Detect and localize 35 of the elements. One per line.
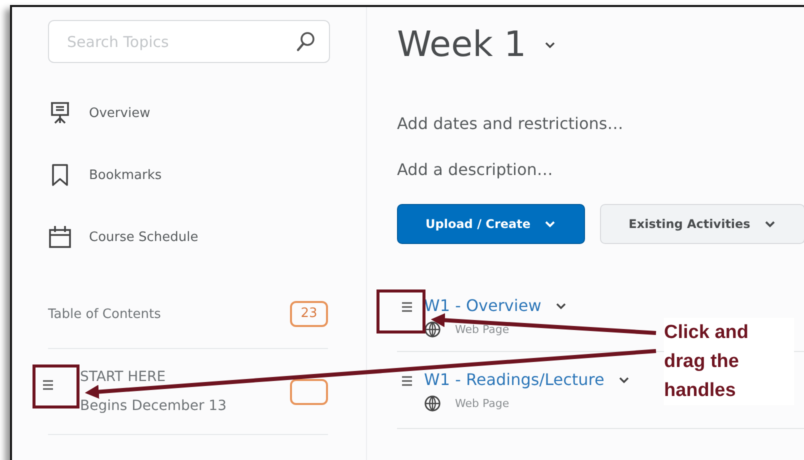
highlight-frame xyxy=(376,290,426,334)
globe-icon xyxy=(424,321,441,338)
chevron-icon xyxy=(764,220,776,228)
chevron-icon[interactable] xyxy=(618,376,630,384)
add-link[interactable]: Add dates and restrictions… xyxy=(397,114,804,133)
nav-link[interactable]: Overview xyxy=(48,82,338,144)
chevron-icon[interactable] xyxy=(555,302,568,310)
week-title: Week 1 xyxy=(397,25,526,65)
search-icon xyxy=(296,31,316,53)
search-field[interactable]: Search Topics xyxy=(48,20,330,63)
nav-link[interactable]: Bookmarks xyxy=(48,144,338,206)
globe-icon xyxy=(424,395,441,412)
presentation-icon xyxy=(48,101,72,125)
calendar-icon xyxy=(48,225,72,249)
module-item[interactable]: START HERE Begins December 13 xyxy=(48,349,328,435)
topic-link[interactable]: W1 - Overview xyxy=(424,296,542,315)
nav-link[interactable]: Course Schedule xyxy=(48,206,338,268)
drag-handle-icon[interactable] xyxy=(401,301,413,313)
chevron-icon[interactable] xyxy=(544,41,556,49)
highlight-frame xyxy=(32,364,80,408)
topic-type: Web Page xyxy=(455,397,510,410)
drag-handle-icon[interactable] xyxy=(42,379,54,391)
upload-create-button[interactable]: Upload / Create xyxy=(397,204,585,244)
add-link[interactable]: Add a description… xyxy=(397,160,804,179)
toc-heading: Table of Contents xyxy=(48,306,161,322)
existing-activities-button[interactable]: Existing Activities xyxy=(600,204,804,244)
module-title: START HERE xyxy=(80,369,167,385)
topic-type: Web Page xyxy=(455,323,510,336)
chevron-icon xyxy=(544,220,556,228)
drag-handle-icon[interactable] xyxy=(401,375,413,387)
count-badge: 23 xyxy=(290,301,328,327)
count-badge xyxy=(290,378,328,404)
module-date: Begins December 13 xyxy=(80,398,226,414)
callout-text: Click and drag the handles xyxy=(664,318,794,405)
topic-link[interactable]: W1 - Readings/Lecture xyxy=(424,370,604,389)
